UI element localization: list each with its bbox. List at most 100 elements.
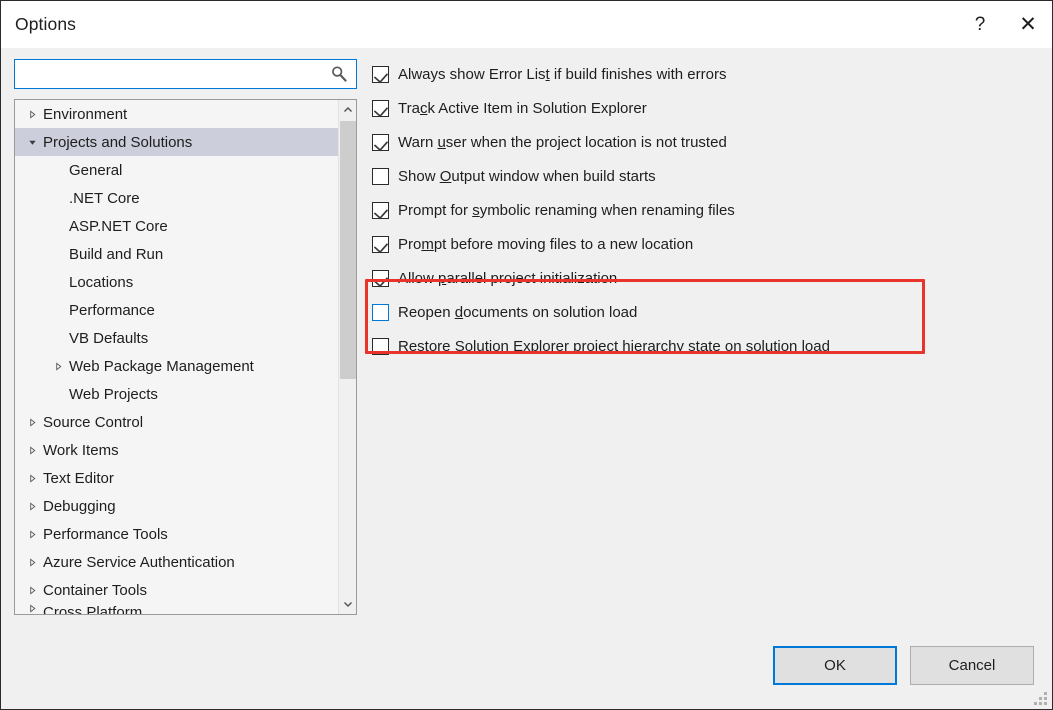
tree-item-label: Web Projects	[67, 386, 158, 403]
search-input[interactable]	[15, 60, 356, 88]
tree-item-label: Performance Tools	[41, 526, 168, 543]
tree-item-label: Cross Platform	[41, 604, 142, 614]
tree-item-label: Projects and Solutions	[41, 134, 192, 151]
chevron-right-icon[interactable]	[23, 446, 41, 455]
scroll-down-arrow-icon[interactable]	[339, 594, 357, 614]
tree-item-label: Locations	[67, 274, 133, 291]
tree-item-label: VB Defaults	[67, 330, 148, 347]
tree-item-performance-tools[interactable]: Performance Tools	[15, 520, 338, 548]
option-label: Show Output window when build starts	[398, 168, 656, 185]
chevron-right-icon[interactable]	[23, 530, 41, 539]
tree-item-label: Container Tools	[41, 582, 147, 599]
tree-item-general[interactable]: General	[15, 156, 338, 184]
dialog-footer: OK Cancel	[1, 625, 1052, 709]
tree-item-label: Text Editor	[41, 470, 114, 487]
left-pane: Environment Projects and Solutions General…	[1, 48, 363, 625]
tree-item-label: Performance	[67, 302, 155, 319]
chevron-right-icon[interactable]	[23, 110, 41, 119]
tree-item-text-editor[interactable]: Text Editor	[15, 464, 338, 492]
tree-item-label: General	[67, 162, 122, 179]
checkbox-warn-user-when-the-project-location-is-not-trusted[interactable]	[372, 134, 389, 151]
tree-item-label: Debugging	[41, 498, 116, 515]
tree-item-label: ASP.NET Core	[67, 218, 168, 235]
tree-item-projects-and-solutions[interactable]: Projects and Solutions	[15, 128, 338, 156]
option-label: Allow parallel project initialization	[398, 270, 617, 287]
option-label: Prompt before moving files to a new loca…	[398, 236, 693, 253]
checkbox-always-show-error-list-if-build-finishes-with-errors[interactable]	[372, 66, 389, 83]
tree-item-label: Build and Run	[67, 246, 163, 263]
tree-item-performance[interactable]: Performance	[15, 296, 338, 324]
tree-item-cross-platform[interactable]: Cross Platform	[15, 604, 338, 614]
option-row[interactable]: Prompt before moving files to a new loca…	[372, 227, 1052, 261]
option-row[interactable]: Prompt for symbolic renaming when renami…	[372, 193, 1052, 227]
option-row[interactable]: Restore Solution Explorer project hierar…	[372, 329, 1052, 363]
chevron-right-icon[interactable]	[23, 502, 41, 511]
question-mark-icon: ?	[975, 15, 986, 34]
option-row[interactable]: Always show Error List if build finishes…	[372, 57, 1052, 91]
chevron-right-icon[interactable]	[23, 604, 41, 613]
ok-button[interactable]: OK	[773, 646, 897, 685]
option-row[interactable]: Warn user when the project location is n…	[372, 125, 1052, 159]
tree-item-debugging[interactable]: Debugging	[15, 492, 338, 520]
help-button[interactable]: ?	[956, 1, 1004, 48]
window-title: Options	[1, 14, 76, 35]
tree-item-environment[interactable]: Environment	[15, 100, 338, 128]
cancel-button[interactable]: Cancel	[910, 646, 1034, 685]
tree-item-build-and-run[interactable]: Build and Run	[15, 240, 338, 268]
tree-item-web-package-management[interactable]: Web Package Management	[15, 352, 338, 380]
option-row[interactable]: Show Output window when build starts	[372, 159, 1052, 193]
chevron-right-icon[interactable]	[23, 586, 41, 595]
scroll-up-arrow-icon[interactable]	[339, 100, 357, 120]
tree-item-container-tools[interactable]: Container Tools	[15, 576, 338, 604]
option-label: Warn user when the project location is n…	[398, 134, 727, 151]
checkbox-restore-solution-explorer-project-hierarchy-state-on-solution-load[interactable]	[372, 338, 389, 355]
options-category-tree[interactable]: Environment Projects and Solutions General…	[14, 99, 357, 615]
options-dialog: Options ? ✕ Environm	[0, 0, 1053, 710]
option-label: Reopen documents on solution load	[398, 304, 637, 321]
chevron-right-icon[interactable]	[23, 558, 41, 567]
tree-item-label: Web Package Management	[67, 358, 254, 375]
chevron-right-icon[interactable]	[23, 418, 41, 427]
option-label: Prompt for symbolic renaming when renami…	[398, 202, 735, 219]
options-checkbox-list: Always show Error List if build finishes…	[372, 57, 1052, 363]
close-icon: ✕	[1019, 14, 1037, 35]
checkbox-show-output-window-when-build-starts[interactable]	[372, 168, 389, 185]
tree-item-label: Source Control	[41, 414, 143, 431]
right-pane: Always show Error List if build finishes…	[363, 48, 1052, 625]
tree-item-net-core[interactable]: .NET Core	[15, 184, 338, 212]
tree-item-label: .NET Core	[67, 190, 140, 207]
resize-grip[interactable]	[1033, 691, 1047, 705]
scrollbar-thumb[interactable]	[340, 121, 356, 379]
chevron-right-icon[interactable]	[23, 474, 41, 483]
tree-item-azure-service-authentication[interactable]: Azure Service Authentication	[15, 548, 338, 576]
dialog-body: Environment Projects and Solutions General…	[1, 48, 1052, 625]
tree-item-label: Work Items	[41, 442, 119, 459]
tree-item-vb-defaults[interactable]: VB Defaults	[15, 324, 338, 352]
close-button[interactable]: ✕	[1004, 1, 1052, 48]
option-label: Track Active Item in Solution Explorer	[398, 100, 647, 117]
option-row[interactable]: Track Active Item in Solution Explorer	[372, 91, 1052, 125]
checkbox-track-active-item-in-solution-explorer[interactable]	[372, 100, 389, 117]
tree-item-label: Azure Service Authentication	[41, 554, 235, 571]
window-controls: ? ✕	[956, 1, 1052, 48]
tree-scrollbar[interactable]	[338, 100, 356, 614]
search-box[interactable]	[14, 59, 357, 89]
tree-item-work-items[interactable]: Work Items	[15, 436, 338, 464]
tree-item-label: Environment	[41, 106, 127, 123]
checkbox-reopen-documents-on-solution-load[interactable]	[372, 304, 389, 321]
tree-list: Environment Projects and Solutions General…	[15, 100, 338, 614]
checkbox-prompt-before-moving-files-to-a-new-location[interactable]	[372, 236, 389, 253]
option-label: Restore Solution Explorer project hierar…	[398, 338, 830, 355]
chevron-right-icon[interactable]	[49, 362, 67, 371]
checkbox-prompt-for-symbolic-renaming-when-renaming-files[interactable]	[372, 202, 389, 219]
tree-item-source-control[interactable]: Source Control	[15, 408, 338, 436]
title-bar: Options ? ✕	[1, 1, 1052, 48]
checkbox-allow-parallel-project-initialization[interactable]	[372, 270, 389, 287]
option-row[interactable]: Allow parallel project initialization	[372, 261, 1052, 295]
tree-item-asp-net-core[interactable]: ASP.NET Core	[15, 212, 338, 240]
chevron-down-icon[interactable]	[23, 138, 41, 147]
option-row[interactable]: Reopen documents on solution load	[372, 295, 1052, 329]
tree-item-locations[interactable]: Locations	[15, 268, 338, 296]
option-label: Always show Error List if build finishes…	[398, 66, 726, 83]
tree-item-web-projects[interactable]: Web Projects	[15, 380, 338, 408]
